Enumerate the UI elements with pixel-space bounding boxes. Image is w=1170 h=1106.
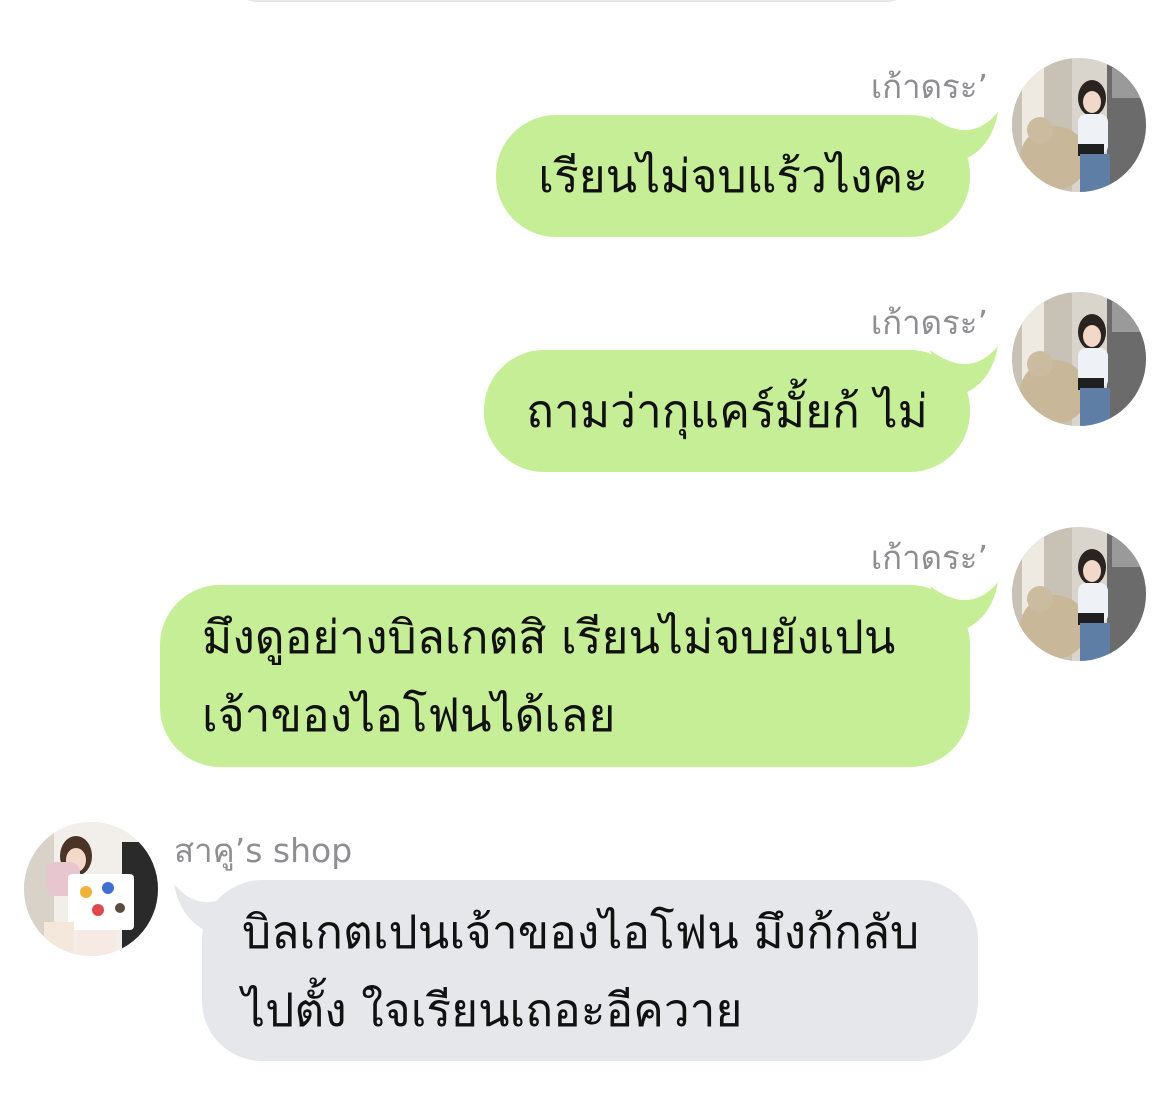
message-line: ไปตั้ง ใจเรียนเถอะอีควาย [242, 983, 743, 1037]
message-line: เรียนไม่จบแร้วไงคะ [538, 149, 928, 203]
sender-name: สาคู’s shop [174, 831, 353, 870]
message-bubble[interactable]: มึงดูอย่างบิลเกตสิ เรียนไม่จบยังเปน เจ้า… [160, 585, 970, 767]
message-bubble[interactable]: บิลเกตเปนเจ้าของไอโฟน มึงก้กลับ ไปตั้ง ใ… [202, 880, 978, 1061]
message-bubble[interactable]: ถามว่ากุแคร์มั้ยก้ ไม่ [484, 350, 970, 472]
profile-photo-icon [1012, 527, 1146, 661]
sender-avatar[interactable] [1012, 527, 1146, 661]
message-bubble[interactable]: เรียนไม่จบแร้วไงคะ [496, 115, 970, 237]
previous-message-bubble [228, 0, 916, 2]
message-line: ถามว่ากุแคร์มั้ยก้ ไม่ [526, 384, 928, 438]
profile-photo-icon [24, 822, 158, 956]
message-line: มึงดูอย่างบิลเกตสิ เรียนไม่จบยังเปน [202, 610, 896, 664]
profile-photo-icon [1012, 58, 1146, 192]
sender-avatar[interactable] [24, 822, 158, 956]
profile-photo-icon [1012, 292, 1146, 426]
message-line: เจ้าของไอโฟนได้เลย [202, 688, 616, 742]
message-line: บิลเกตเปนเจ้าของไอโฟน มึงก้กลับ [242, 905, 920, 959]
sender-avatar[interactable] [1012, 292, 1146, 426]
sender-avatar[interactable] [1012, 58, 1146, 192]
